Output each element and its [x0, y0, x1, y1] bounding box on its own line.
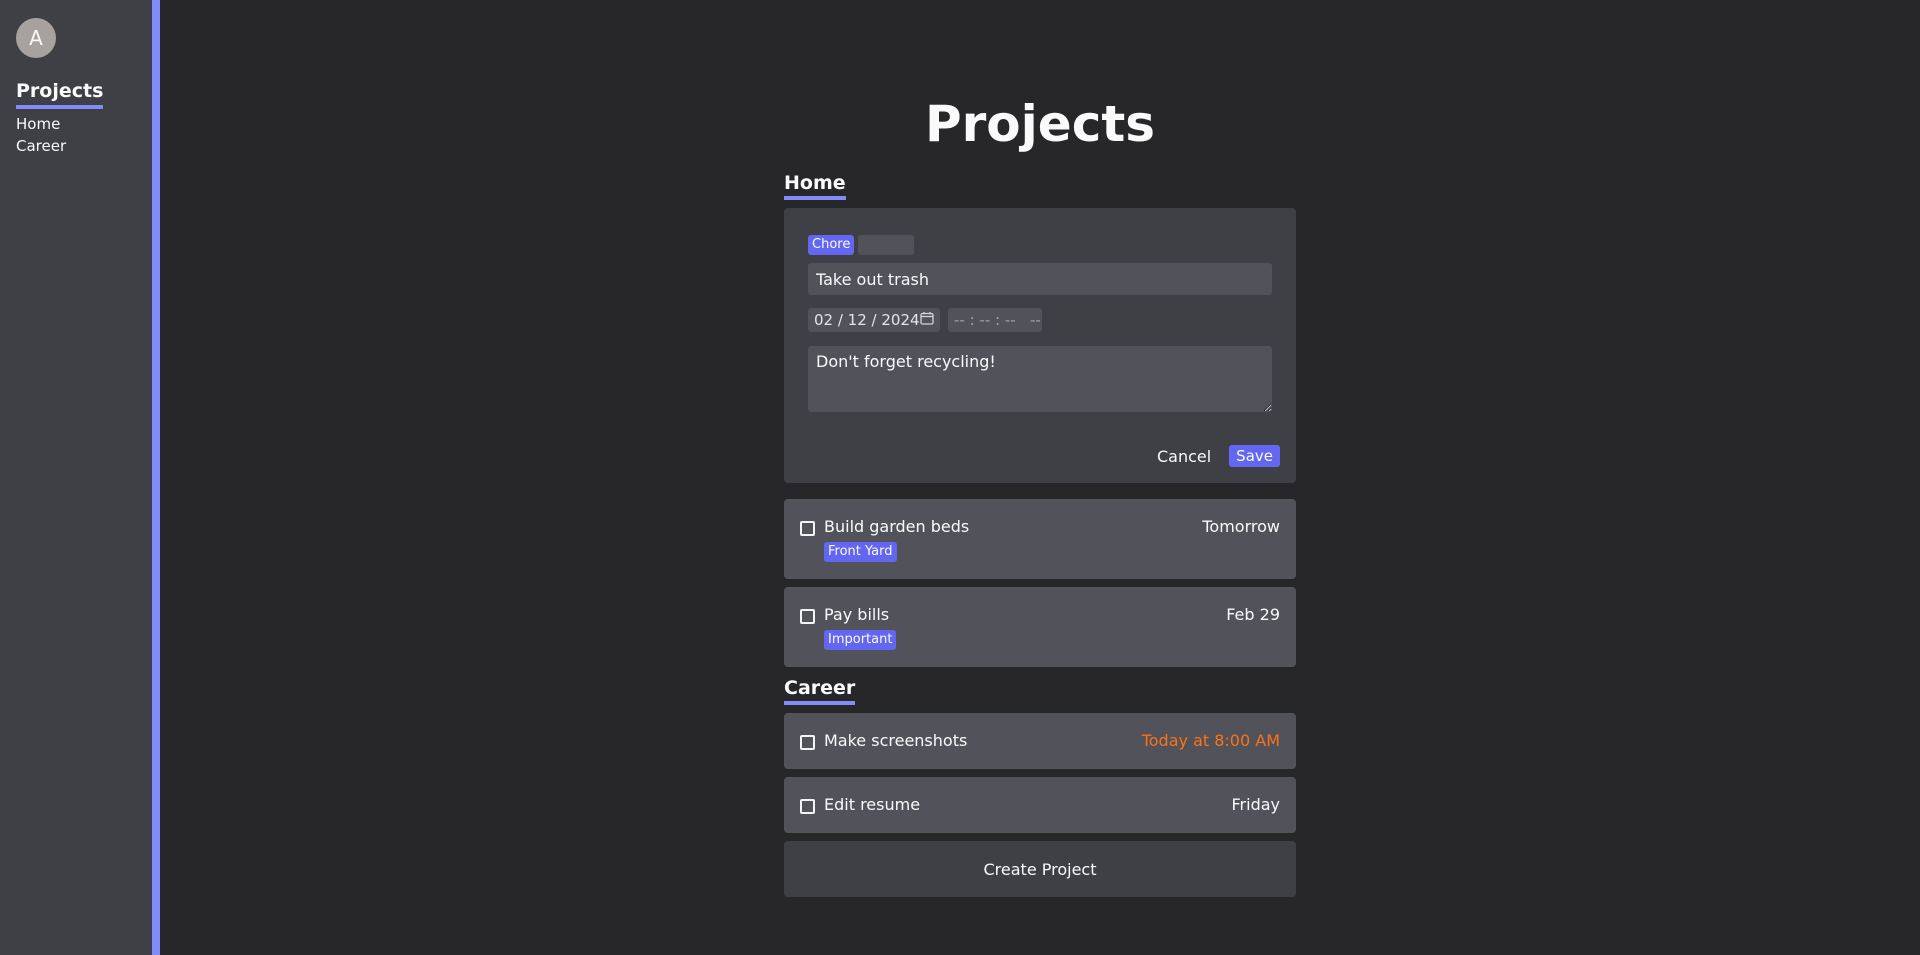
create-project-button[interactable]: Create Project — [784, 841, 1296, 897]
editor-actions: Cancel Save — [1157, 445, 1280, 467]
task-due: Tomorrow — [1202, 517, 1280, 536]
checkbox[interactable] — [800, 799, 815, 814]
section-title-career: Career — [784, 677, 856, 705]
task-due: Friday — [1231, 795, 1281, 814]
task-item[interactable]: Build garden beds Tomorrow Front Yard — [784, 499, 1296, 579]
checkbox[interactable] — [800, 521, 815, 536]
task-title: Edit resume — [824, 795, 921, 814]
sidebar-item-home[interactable]: Home — [16, 115, 136, 133]
page-title: Projects — [924, 95, 1155, 153]
cancel-button[interactable]: Cancel — [1157, 447, 1211, 466]
date-input[interactable]: 02 / 12 / 2024 — [808, 308, 940, 332]
new-tag-input[interactable] — [858, 235, 915, 255]
task-tag[interactable]: Front Yard — [824, 542, 897, 562]
task-title: Make screenshots — [824, 731, 968, 750]
checkbox[interactable] — [800, 609, 815, 624]
datetime-row: 02 / 12 / 2024 -- : -- : -- -- — [808, 308, 1280, 332]
time-value: -- : -- : -- -- — [954, 311, 1041, 329]
task-item[interactable]: Make screenshots Today at 8:00 AM — [784, 713, 1296, 769]
task-due: Today at 8:00 AM — [1141, 731, 1280, 750]
task-item[interactable]: Edit resume Friday — [784, 777, 1296, 833]
tag-chore[interactable]: Chore — [808, 235, 855, 255]
sidebar-title[interactable]: Projects — [16, 80, 104, 109]
task-item[interactable]: Pay bills Feb 29 Important — [784, 587, 1296, 667]
main-content: Projects Home Chore 02 / 12 / 2024 — [784, 94, 1296, 897]
task-editor: Chore 02 / 12 / 2024 -- : -- : -- -- — [784, 208, 1296, 483]
save-button[interactable]: Save — [1229, 445, 1280, 467]
task-title-input[interactable] — [808, 263, 1272, 295]
tag-row: Chore — [808, 235, 1280, 255]
task-title: Build garden beds — [824, 517, 970, 536]
sidebar-item-career[interactable]: Career — [16, 137, 136, 155]
avatar[interactable]: A — [16, 18, 56, 58]
checkbox[interactable] — [800, 735, 815, 750]
section-title-home: Home — [784, 172, 846, 200]
task-title: Pay bills — [824, 605, 890, 624]
task-due: Feb 29 — [1226, 605, 1280, 624]
time-input[interactable]: -- : -- : -- -- — [948, 308, 1042, 332]
calendar-icon[interactable] — [920, 311, 934, 329]
date-value: 02 / 12 / 2024 — [814, 311, 920, 329]
avatar-initial: A — [29, 26, 43, 50]
sidebar: A Projects Home Career — [0, 0, 160, 955]
task-notes-textarea[interactable]: Don't forget recycling! — [808, 346, 1272, 412]
task-tag[interactable]: Important — [824, 630, 897, 650]
